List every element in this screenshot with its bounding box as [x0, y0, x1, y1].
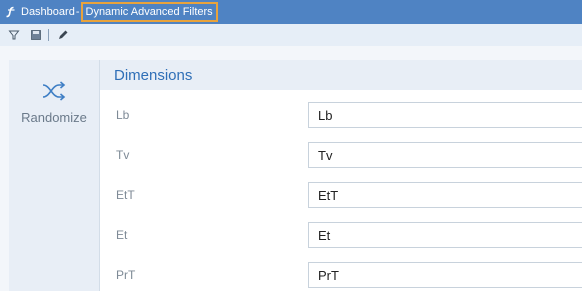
panel-title: Dimensions — [114, 67, 193, 84]
title-bar: Dashboard - Dynamic Advanced Filters — [0, 0, 582, 24]
dimension-row: Lb Lb — [100, 96, 582, 136]
toolbar-separator — [48, 29, 49, 41]
dimension-label: Lb — [116, 108, 130, 122]
dimension-label: EtT — [116, 188, 135, 202]
dimension-row: Tv Tv — [100, 136, 582, 176]
dimensions-panel: Dimensions Lb Lb Tv Tv EtT EtT Et Et PrT… — [100, 60, 582, 291]
left-gutter — [0, 46, 9, 291]
shuffle-icon — [41, 80, 67, 102]
window-title: Dashboard — [21, 6, 75, 18]
title-separator: - — [75, 6, 80, 18]
dimension-row: Et Et — [100, 216, 582, 256]
randomize-label: Randomize — [21, 110, 87, 125]
panel-header: Dimensions — [100, 60, 582, 90]
dimension-row: PrT PrT — [100, 256, 582, 296]
dimension-input[interactable]: Lb — [308, 102, 582, 128]
window-subtitle: Dynamic Advanced Filters — [80, 2, 218, 22]
filter-icon[interactable] — [6, 27, 22, 43]
content-top-band — [9, 46, 582, 60]
toolbar — [0, 24, 582, 47]
dimension-label: Tv — [116, 148, 130, 162]
dimension-input[interactable]: Et — [308, 222, 582, 248]
dimension-input[interactable]: EtT — [308, 182, 582, 208]
app-logo-icon — [5, 6, 17, 18]
dimension-row: EtT EtT — [100, 176, 582, 216]
edit-pencil-icon[interactable] — [55, 27, 71, 43]
dimension-label: PrT — [116, 268, 136, 282]
dimension-label: Et — [116, 228, 128, 242]
save-icon[interactable] — [28, 27, 44, 43]
randomize-button[interactable]: Randomize — [9, 74, 99, 146]
dimension-input[interactable]: Tv — [308, 142, 582, 168]
dimension-input[interactable]: PrT — [308, 262, 582, 288]
